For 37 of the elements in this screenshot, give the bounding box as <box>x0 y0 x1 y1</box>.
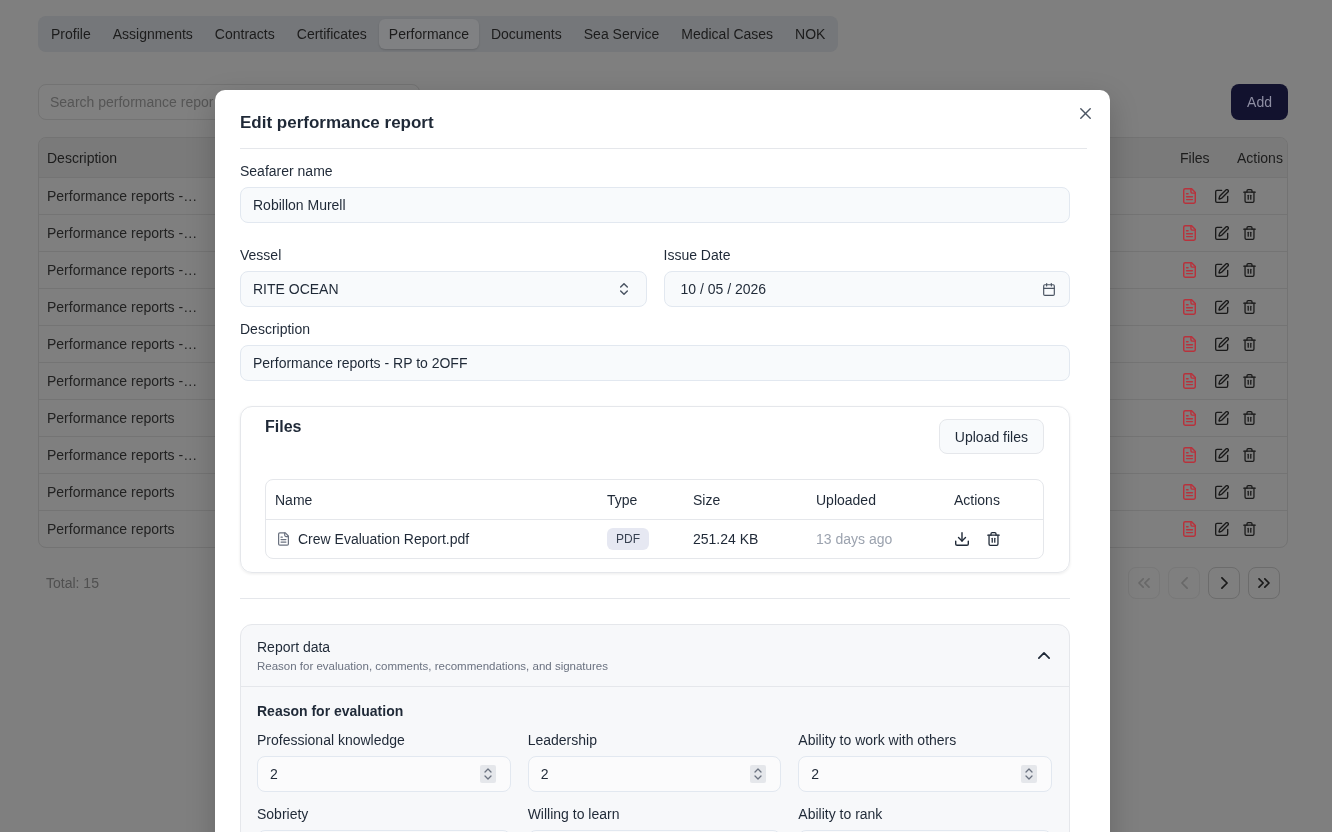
table-cell-text: Performance reports <box>46 521 176 537</box>
field-label: Ability to work with others <box>798 731 958 750</box>
table-cell-text: Performance reports <box>46 484 176 500</box>
table-cell-text: Performance reports -… <box>46 262 199 278</box>
field-label: Willing to learn <box>527 805 621 824</box>
column-header: Size <box>692 491 722 508</box>
section-title: Report data <box>257 637 332 656</box>
file-type-badge: PDF <box>607 528 649 550</box>
field-label: Sobriety <box>257 805 310 824</box>
field-label: Ability to rank <box>798 805 884 824</box>
table-cell-text: 251.24 KB <box>692 531 760 547</box>
section-subtitle: Reason for evaluation, comments, recommendations, and signatures <box>257 658 608 674</box>
column-header: Name <box>274 491 314 508</box>
column-header: Type <box>606 491 639 508</box>
table-cell-text: Performance reports -… <box>46 225 199 241</box>
table-cell-text: Performance reports -… <box>46 299 199 315</box>
field-label: Leadership <box>527 731 598 750</box>
field-label: Vessel <box>240 246 283 265</box>
field-label: Seafarer name <box>240 162 334 181</box>
group-title: Reason for evaluation <box>257 702 404 721</box>
field-label: Issue Date <box>663 246 732 265</box>
dialog-title: Edit performance report <box>240 113 434 133</box>
table-cell-text: Performance reports -… <box>46 188 199 204</box>
table-cell-text: 13 days ago <box>815 531 894 547</box>
table-cell-text: Performance reports -… <box>46 447 199 463</box>
column-header: Actions <box>1236 149 1284 166</box>
column-header: Actions <box>953 491 1001 508</box>
column-header: Files <box>1179 149 1211 166</box>
file-name: Crew Evaluation Report.pdf <box>298 531 470 547</box>
field-label: Description <box>240 320 312 339</box>
column-header: Uploaded <box>815 491 877 508</box>
table-cell-text: Performance reports -… <box>46 336 199 352</box>
table-cell-text: Performance reports <box>46 410 176 426</box>
files-title: Files <box>265 417 302 437</box>
column-header: Description <box>46 149 119 166</box>
table-cell-text: Performance reports -… <box>46 373 199 389</box>
field-label: Professional knowledge <box>257 731 406 750</box>
